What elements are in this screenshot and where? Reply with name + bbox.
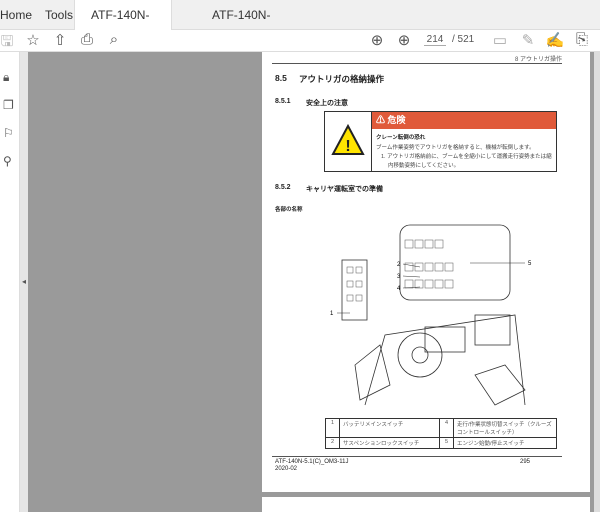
upload-cloud-icon[interactable]: ⇧	[50, 31, 70, 49]
print-icon[interactable]: ⎙	[77, 31, 97, 48]
tab-document-1[interactable]: ATF-140N-5.1(C)_...×	[74, 0, 172, 52]
tab-tools[interactable]: Tools	[45, 0, 75, 30]
legend-label: バッテリメインスイッチ	[339, 418, 440, 438]
lock-icon[interactable]: 🔒︎	[3, 70, 9, 85]
footer-rule	[272, 456, 562, 457]
highlight-pen-icon[interactable]: ✎	[518, 31, 538, 49]
warning-triangle-icon: !	[325, 112, 372, 171]
subsection-title: キャリヤ運転室での準備	[306, 186, 383, 193]
subsection-title: 安全上の注意	[306, 100, 348, 107]
left-navigation-panel: 🔒︎ ❐ ⚐ ⚲	[0, 52, 20, 512]
subsection-number: 8.5.2	[275, 184, 291, 191]
tab-bar: Home Tools ATF-140N-5.1(C)_...× ATF-140N…	[0, 0, 600, 52]
comment-icon[interactable]: ▭	[490, 31, 510, 49]
tab-document-2[interactable]: ATF-140N-5.1_OM...	[186, 0, 286, 52]
bookmark-star-icon[interactable]: ☆	[23, 31, 43, 49]
danger-title: 危険	[387, 115, 406, 125]
legend-number: 5	[439, 437, 454, 449]
page-number: 295	[519, 459, 530, 465]
svg-text:!: !	[345, 138, 350, 155]
legend-number: 1	[325, 418, 340, 438]
toolbar: 🖫 ☆ ⇧ ⎙ ⌕ ⊕ ⊕ 214 / 521 ▭ ✎ ✍ ⎘	[0, 30, 600, 52]
sign-icon[interactable]: ✍	[545, 31, 565, 49]
danger-header: ⚠ 危険	[372, 112, 556, 129]
legend-label: 走行/作業状態切替スイッチ（クルーズコントロールスイッチ）	[453, 418, 557, 438]
subsection-number: 8.5.1	[275, 98, 291, 105]
header-rule	[272, 63, 562, 64]
legend-number: 4	[439, 418, 454, 438]
legend-label: サスペンションロックスイッチ	[339, 437, 440, 449]
figure-caption: 各部の名称	[275, 207, 303, 213]
cab-diagram: 1 2 3 4 5	[330, 224, 532, 406]
page-number-input[interactable]: 214	[424, 34, 446, 46]
collapse-panel-handle[interactable]: ◂	[20, 52, 28, 512]
warning-item: 内移動姿勢にしてください。	[388, 163, 460, 169]
parts-legend-table: 1 バッテリメインスイッチ 4 走行/作業状態切替スイッチ（クルーズコントロール…	[325, 418, 557, 449]
footer-date: 2020-02	[275, 466, 298, 472]
footer-document-id: ATF-140N-5.1(C)_OM3-11J	[275, 459, 349, 465]
section-number: 8.5	[275, 73, 287, 83]
table-row: 2 サスペンションロックスイッチ 5 エンジン始動/停止スイッチ	[325, 437, 557, 449]
legend-label: エンジン始動/停止スイッチ	[453, 437, 557, 449]
previous-page-icon[interactable]: ⊕	[367, 31, 387, 49]
pages-thumbnail-icon[interactable]: ❐	[3, 98, 14, 112]
zoom-search-icon[interactable]: ⌕	[104, 31, 124, 48]
callout-5: 5	[528, 261, 532, 267]
warning-body: ブーム作業姿勢でアウトリガを格納すると、機械が転倒します。	[376, 145, 535, 151]
page-total: / 521	[452, 34, 475, 45]
bookmark-icon[interactable]: ⚐	[3, 126, 14, 140]
warning-subtitle: クレーン転倒の恐れ	[376, 135, 426, 141]
warning-item: 1. アウトリガ格納前に、ブームを全縮小にして運搬走行姿勢または縮	[381, 154, 552, 160]
running-header: 8 アウトリガ操作	[514, 57, 562, 63]
attachment-icon[interactable]: ⚲	[3, 154, 12, 168]
danger-warning-box: ! ⚠ 危険 クレーン転倒の恐れ ブーム作業姿勢でアウトリガを格納すると、機械が…	[324, 111, 557, 172]
section-title: アウトリガの格納操作	[299, 74, 385, 84]
callout-1: 1	[330, 311, 334, 317]
vertical-scrollbar[interactable]	[594, 52, 600, 512]
legend-number: 2	[325, 437, 340, 449]
next-page-icon[interactable]: ⊕	[394, 31, 414, 49]
tab-home[interactable]: Home	[0, 0, 35, 30]
next-pdf-page	[262, 497, 590, 517]
table-row: 1 バッテリメインスイッチ 4 走行/作業状態切替スイッチ（クルーズコントロール…	[325, 418, 557, 438]
share-edit-icon[interactable]: ⎘	[572, 31, 592, 48]
